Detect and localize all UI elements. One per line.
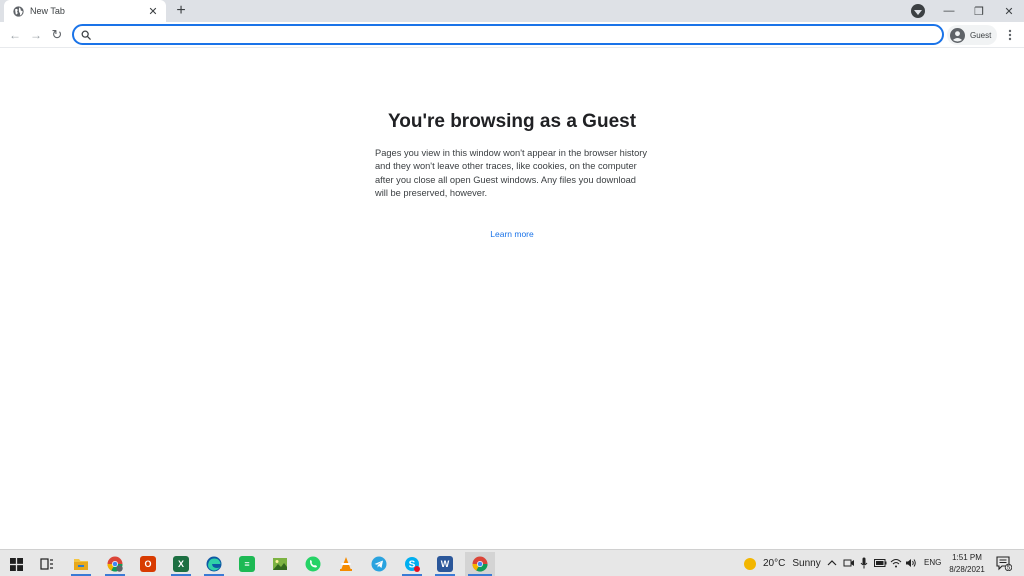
spotify-icon: ≡ (239, 556, 255, 572)
chrome-icon (472, 556, 488, 572)
page-title: You're browsing as a Guest (387, 111, 637, 132)
restore-button[interactable]: ❐ (964, 0, 994, 22)
taskbar-whatsapp[interactable] (300, 552, 326, 576)
back-button[interactable]: ← (6, 26, 24, 44)
tab-title: New Tab (30, 6, 65, 16)
battery-icon[interactable] (873, 556, 887, 570)
word-icon: W (437, 556, 453, 572)
sun-icon (744, 557, 756, 570)
globe-icon (13, 5, 24, 17)
clock[interactable]: 1:51 PM 8/28/2021 (944, 552, 990, 575)
tab-strip: New Tab ✕ + — ❐ ✕ (0, 0, 1024, 22)
tab-search-button[interactable] (911, 4, 925, 18)
taskbar-edge[interactable] (201, 552, 227, 576)
new-tab-button[interactable]: + (172, 2, 190, 20)
taskbar-telegram[interactable] (366, 552, 392, 576)
learn-more-link[interactable]: Learn more (462, 229, 562, 239)
chevron-down-icon (914, 9, 922, 15)
reload-button[interactable]: ↻ (48, 26, 66, 44)
office-icon: O (140, 556, 156, 572)
taskbar-skype[interactable]: S (399, 552, 425, 576)
chrome-profile-icon (107, 556, 123, 572)
guest-description: Pages you view in this window won't appe… (375, 148, 648, 199)
whatsapp-icon (305, 556, 321, 572)
taskbar-file-explorer[interactable] (68, 552, 94, 576)
volume-icon[interactable] (904, 556, 918, 570)
profile-label: Guest (970, 30, 992, 40)
profile-button[interactable]: Guest (947, 25, 997, 45)
tab-new-tab[interactable]: New Tab ✕ (4, 0, 166, 22)
skype-icon: S (405, 557, 420, 572)
screen: New Tab ✕ + — ❐ ✕ ← → ↻ Guest You're bro… (0, 0, 1024, 576)
menu-button[interactable] (1002, 26, 1018, 44)
edge-icon (206, 556, 222, 572)
chevron-up-icon (827, 560, 837, 566)
taskbar-vlc[interactable] (333, 552, 359, 576)
minimize-button[interactable]: — (934, 0, 964, 22)
close-window-button[interactable]: ✕ (994, 0, 1024, 22)
show-hidden-icons-button[interactable] (825, 556, 839, 570)
search-icon (81, 30, 91, 40)
excel-icon: X (173, 556, 189, 572)
photos-icon (273, 558, 287, 570)
taskbar-office[interactable]: O (135, 552, 161, 576)
input-language[interactable]: ENG (924, 558, 941, 567)
notification-icon: 5 (996, 556, 1013, 572)
windows-start-icon (9, 557, 23, 571)
taskbar-word[interactable]: W (432, 552, 458, 576)
weather-condition: Sunny (792, 558, 821, 569)
weather-temperature: 20°C (763, 558, 786, 569)
taskbar-photos[interactable] (267, 552, 293, 576)
task-view-button[interactable] (34, 552, 60, 576)
taskbar: O X ≡ S W 20°C Sunny ENG 1:51 PM 8/28/20… (0, 549, 1024, 576)
taskbar-spotify[interactable]: ≡ (234, 552, 260, 576)
browser-toolbar: ← → ↻ Guest (0, 22, 1024, 48)
guest-page: You're browsing as a Guest Pages you vie… (0, 48, 1024, 549)
microphone-icon[interactable] (857, 556, 871, 570)
tab-close-button[interactable]: ✕ (146, 4, 160, 18)
clock-date: 8/28/2021 (949, 564, 985, 574)
vlc-icon (340, 557, 352, 571)
address-input[interactable] (97, 27, 942, 42)
guest-avatar-icon (950, 27, 965, 43)
task-view-icon (40, 558, 53, 570)
wifi-icon[interactable] (889, 556, 903, 570)
start-button[interactable] (3, 552, 29, 576)
action-center-button[interactable]: 5 (996, 556, 1013, 572)
weather-widget[interactable]: 20°C Sunny (744, 550, 821, 576)
meet-now-icon[interactable] (842, 556, 856, 570)
forward-button[interactable]: → (27, 26, 45, 44)
taskbar-chrome[interactable] (465, 552, 495, 576)
address-bar[interactable] (72, 24, 944, 45)
taskbar-excel[interactable]: X (168, 552, 194, 576)
more-vert-icon (1008, 29, 1012, 41)
telegram-icon (371, 556, 387, 572)
clock-time: 1:51 PM (952, 553, 982, 562)
file-explorer-icon (74, 559, 88, 570)
taskbar-chrome-profile[interactable] (102, 552, 128, 576)
